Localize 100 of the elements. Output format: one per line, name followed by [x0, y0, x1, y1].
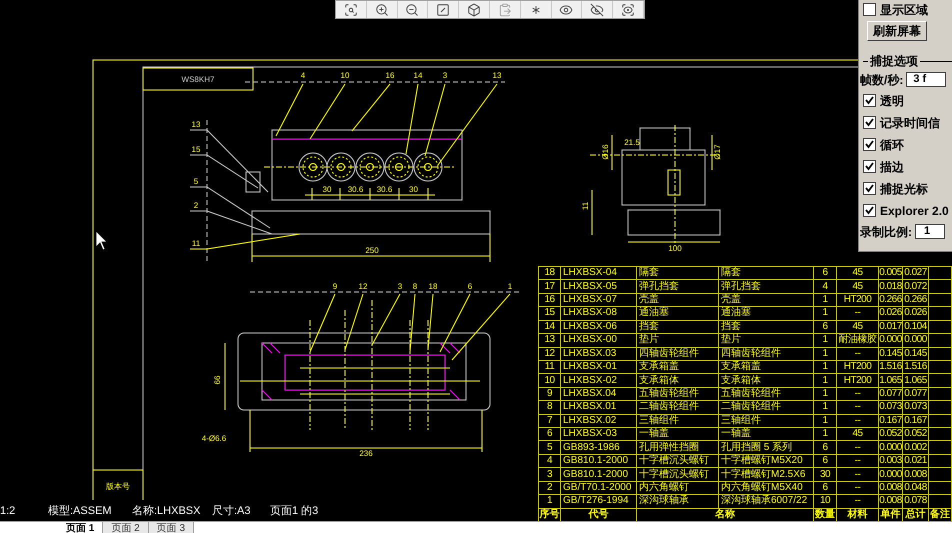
table-cell: 45	[837, 428, 879, 440]
fps-label: 帧数/秒:	[860, 72, 904, 88]
table-cell: 1	[814, 428, 837, 440]
leader-line	[352, 84, 390, 132]
table-cell: 6	[539, 428, 561, 440]
table-cell: 0.072	[903, 280, 929, 293]
table-cell: 30	[814, 468, 837, 481]
table-cell: 1	[814, 294, 837, 306]
revision-label: 版本号	[106, 482, 130, 491]
table-cell: 内六角螺钉	[637, 482, 719, 494]
table-cell: LHXBSX-06	[561, 320, 637, 334]
dimension-text: 30.6	[348, 185, 364, 194]
table-cell: GB810.1-2000	[561, 454, 637, 468]
table-cell: LHXBSX-04	[561, 267, 637, 280]
table-cell: 深沟球轴承	[637, 495, 719, 508]
checkbox[interactable]	[863, 204, 876, 217]
table-cell: 1	[814, 401, 837, 414]
table-cell: 6	[814, 320, 837, 334]
checkbox[interactable]	[863, 138, 876, 151]
table-cell: 0.002	[903, 441, 929, 454]
checkbox[interactable]	[863, 94, 876, 107]
table-cell: 4	[814, 280, 837, 293]
table-cell: 0.073	[879, 401, 903, 414]
table-cell: 6	[814, 482, 837, 494]
table-cell: LHXBSX-05	[561, 280, 637, 293]
table-cell: 0.145	[879, 348, 903, 360]
table-cell: 0.145	[903, 348, 929, 360]
callout-number: 8	[412, 282, 418, 291]
table-cell: 内六角螺钉M5X40	[719, 482, 814, 494]
table-cell: 0.000	[903, 334, 929, 347]
table-cell: 45	[837, 320, 879, 334]
dimension-text: 11	[581, 202, 590, 210]
drawing-info-text: 尺寸:A3	[212, 506, 252, 517]
checkmark-icon	[865, 118, 874, 127]
checkbox[interactable]	[863, 160, 876, 173]
table-cell: 10	[539, 374, 561, 387]
table-cell: 0.027	[903, 267, 929, 280]
title-block-text: WS8KH7	[182, 75, 214, 84]
table-cell: 0.008	[879, 482, 903, 494]
checkbox-label: 捕捉光标	[880, 180, 928, 198]
checkbox[interactable]	[863, 3, 876, 16]
table-cell: 四轴齿轮组件	[637, 348, 719, 360]
table-cell: 13	[539, 334, 561, 347]
table-cell: 1.065	[879, 374, 903, 387]
checkbox-label: 记录时间信	[880, 114, 940, 132]
callout-number: 12	[358, 282, 368, 291]
table-cell: 1	[814, 414, 837, 428]
table-cell: --	[837, 307, 879, 320]
table-cell: 五轴齿轮组件	[719, 388, 814, 400]
fps-field[interactable]: 3 f	[906, 72, 946, 87]
section-title: 捕捉选项	[870, 53, 918, 70]
dimension-text: 21.5	[624, 138, 640, 147]
dimension-text: 30	[409, 185, 418, 194]
slash-square-icon	[436, 2, 450, 16]
checkbox[interactable]	[863, 116, 876, 129]
table-cell: LHXBSX.02	[561, 414, 637, 428]
leader-line	[276, 84, 304, 136]
table-cell: 二轴齿轮组件	[719, 401, 814, 414]
table-cell: --	[837, 468, 879, 481]
callout-number: 14	[414, 71, 422, 80]
table-cell: 1	[814, 307, 837, 320]
table-cell: LHXBSX.03	[561, 348, 637, 360]
checkbox-label: 显示区域	[880, 2, 928, 18]
scale-field[interactable]: 1	[915, 224, 945, 239]
callout-number: 3	[398, 282, 402, 291]
table-cell: --	[837, 401, 879, 414]
table-cell: 1.516	[879, 360, 903, 374]
callout-number: 1	[508, 282, 512, 291]
zoom-fit-icon	[344, 2, 358, 16]
drawing-info-text: 1:2	[0, 506, 16, 517]
page-tab[interactable]: 页面 3	[148, 522, 194, 533]
checkbox[interactable]	[863, 182, 876, 195]
callout-number: 18	[428, 282, 438, 291]
table-cell: 14	[539, 320, 561, 334]
eye-icon	[559, 2, 574, 16]
table-cell: LHXBSX-03	[561, 428, 637, 440]
page-tab[interactable]: 页面 2	[103, 522, 149, 533]
table-cell: 隔套	[719, 267, 814, 280]
table-cell: 十字槽沉头螺钉	[637, 454, 719, 468]
table-cell: 一轴盖	[719, 428, 814, 440]
refresh-screen-button[interactable]: 刷新屏幕	[867, 21, 927, 41]
checkbox-label: 描边	[880, 158, 904, 176]
table-cell: 三轴组件	[637, 414, 719, 428]
drawing-info-text: 模型:ASSEM	[48, 506, 113, 517]
table-cell: LHXBSX.04	[561, 388, 637, 400]
table-cell: 6	[814, 454, 837, 468]
table-cell: 支承箱体	[719, 374, 814, 387]
table-cell: 4	[539, 454, 561, 468]
table-cell: 1.065	[903, 374, 929, 387]
zoom-in-icon	[374, 2, 389, 16]
table-cell: 支承箱盖	[637, 360, 719, 374]
dimension-text: 30	[322, 185, 332, 194]
table-cell: 0.018	[879, 280, 903, 293]
dimension-text: 66	[213, 376, 222, 384]
table-cell: 四轴齿轮组件	[719, 348, 814, 360]
callout-number: 13	[192, 120, 200, 129]
table-cell: 2	[539, 482, 561, 494]
table-cell: GB810.1-2000	[561, 468, 637, 481]
checkbox-label: 循环	[880, 136, 904, 154]
table-cell: 0.008	[903, 468, 929, 481]
